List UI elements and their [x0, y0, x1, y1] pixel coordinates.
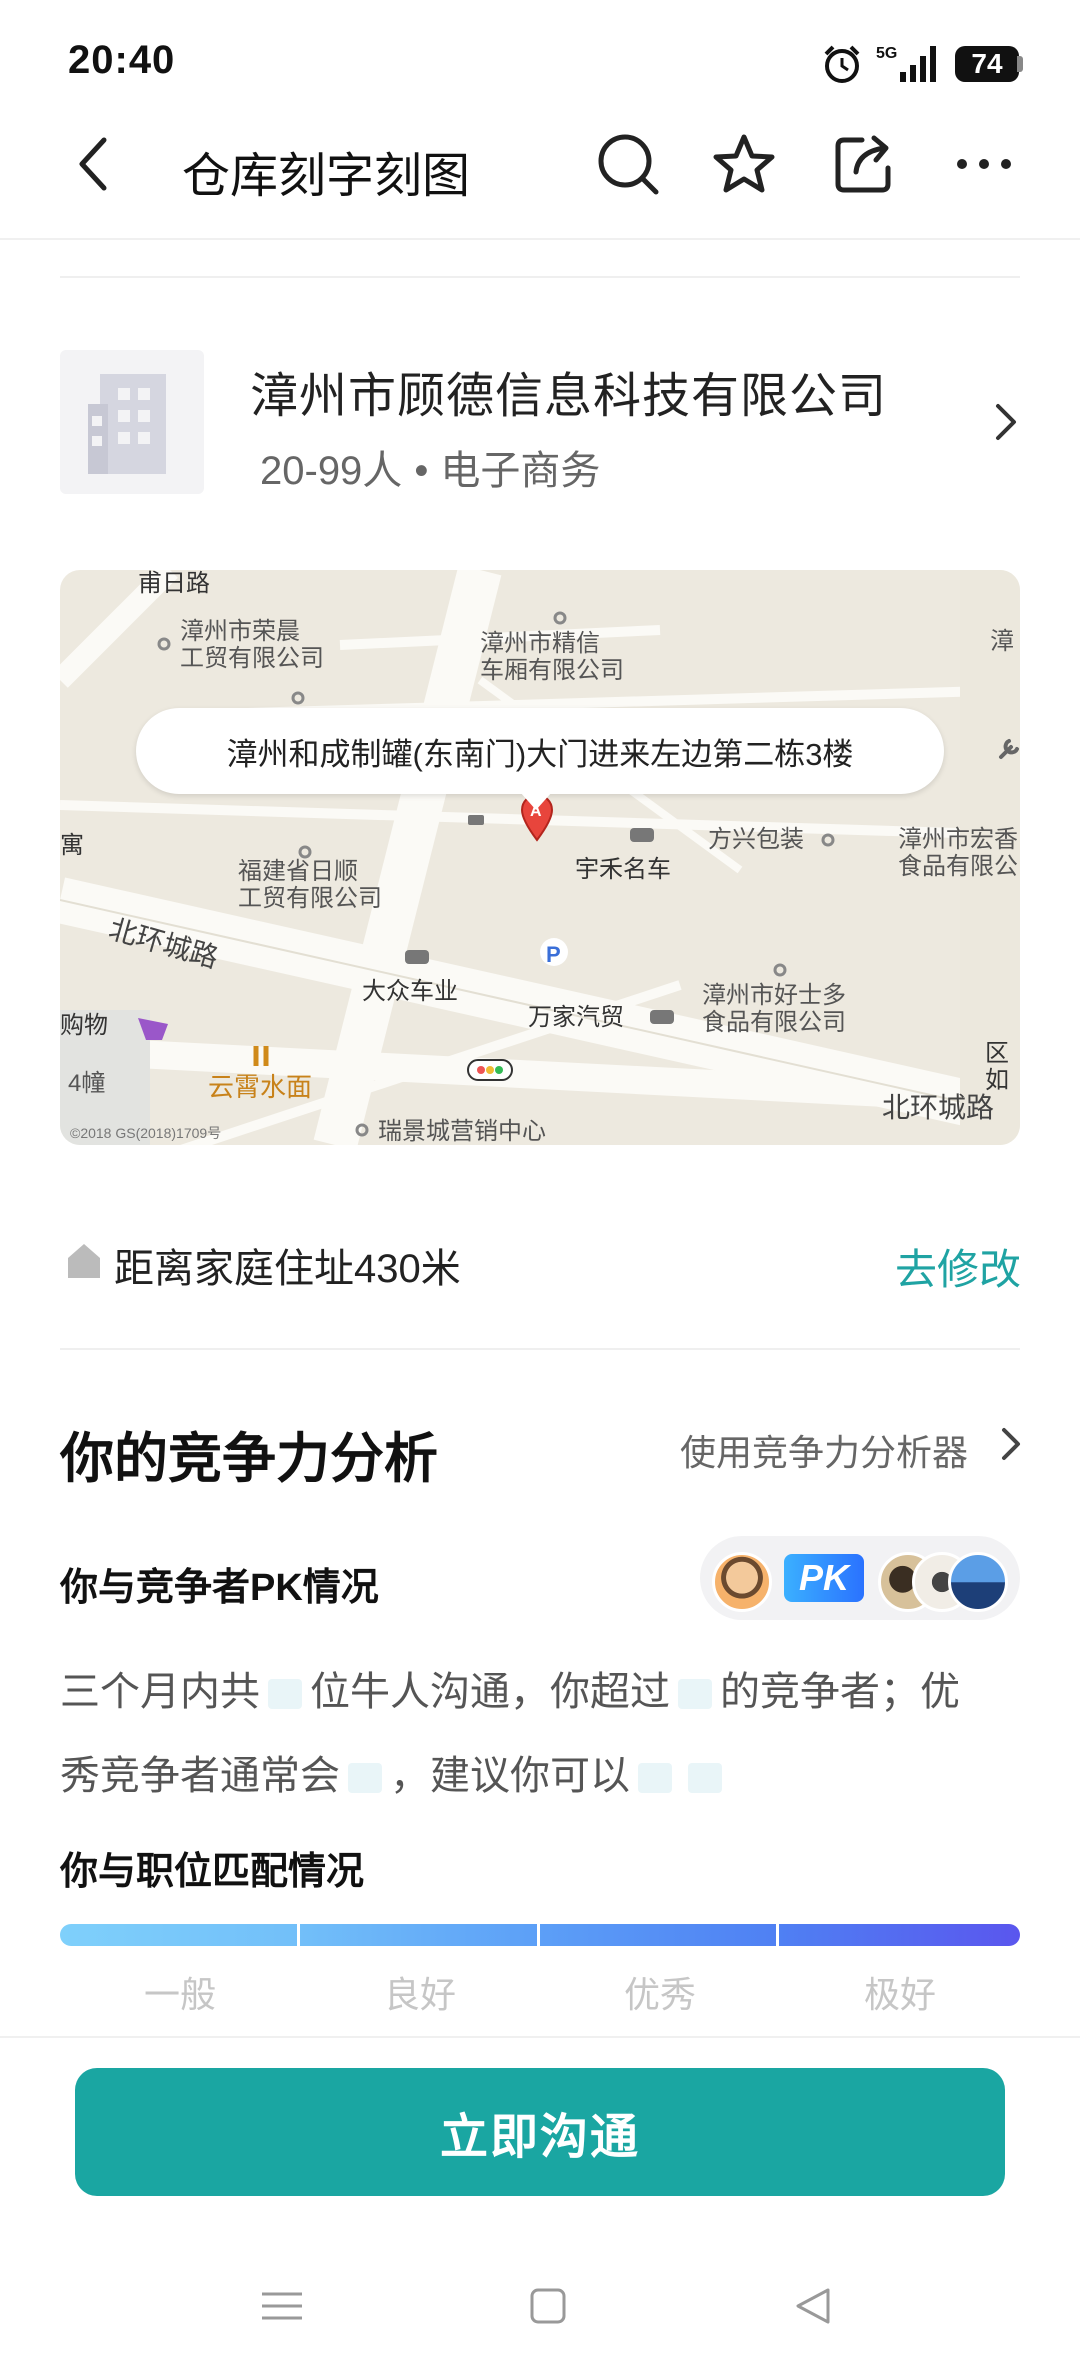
map-poi: 方兴包装: [708, 826, 804, 853]
chat-now-button[interactable]: 立即沟通: [75, 2068, 1005, 2196]
back-button[interactable]: [58, 128, 130, 200]
competition-title: 你的竞争力分析: [60, 1429, 438, 1489]
map-poi: 漳州市好士多 食品有限公司: [702, 982, 846, 1036]
analyzer-link[interactable]: 使用竞争力分析器: [680, 1424, 968, 1476]
bottom-divider: [0, 2036, 1080, 2038]
match-level-label: 良好: [383, 1974, 456, 2015]
match-segment: [539, 1924, 776, 1946]
share-button[interactable]: [828, 128, 900, 200]
match-level-label: 极好: [863, 1974, 936, 2015]
header-divider: [0, 238, 1080, 240]
callout-tail: [520, 792, 552, 810]
map-poi: 购物: [60, 1012, 108, 1039]
desc-text: 三个月内共: [60, 1670, 260, 1714]
masked-value: [348, 1763, 382, 1794]
map-poi: 云霄水面: [208, 1072, 313, 1102]
share-icon: [835, 135, 891, 193]
map-poi: 甫日路: [138, 570, 210, 597]
match-level-label: 优秀: [623, 1974, 696, 2015]
match-title: 你与职位匹配情况: [60, 1851, 365, 1893]
more-button[interactable]: [948, 128, 1020, 200]
pk-badge: PK: [784, 1554, 864, 1602]
address-callout: 漳州和成制罐(东南门)大门进来左边第二栋3楼: [136, 708, 944, 794]
user-avatar: [712, 1552, 772, 1612]
map-poi: 福建省日顺 工贸有限公司: [238, 858, 382, 912]
masked-value: [638, 1763, 672, 1794]
masked-value: [678, 1679, 712, 1710]
match-segment: [778, 1924, 1020, 1946]
network-label: 5G: [876, 45, 897, 62]
separator-dot: •: [414, 449, 429, 493]
battery-indicator: 74: [955, 46, 1019, 82]
more-dots-icon: [957, 159, 1011, 169]
page-title: 仓库刻字刻图: [182, 150, 471, 203]
home-icon: [68, 1244, 100, 1278]
home-nav-icon[interactable]: [518, 2286, 578, 2326]
home-distance: 距离家庭住址430米: [114, 1247, 461, 1291]
masked-value: [268, 1679, 302, 1710]
search-button[interactable]: [592, 128, 664, 200]
location-map[interactable]: P A 漳州市荣晨 工贸有限公司 漳州市精信 车厢有限公司 福建省日顺 工贸有限公司 …: [60, 570, 1020, 1145]
battery-cap: [1017, 56, 1023, 72]
match-segment: [60, 1924, 298, 1946]
road-label: 北环城路: [882, 1092, 995, 1123]
pk-title: 你与竞争者PK情况: [60, 1567, 379, 1609]
status-time: 20:40: [68, 38, 176, 82]
svg-text:P: P: [546, 942, 561, 967]
edit-home-link[interactable]: 去修改: [895, 1236, 1021, 1297]
wrench-icon: [999, 739, 1019, 759]
favorite-button[interactable]: [708, 128, 780, 200]
section-divider: [60, 276, 1020, 278]
match-level-label: 一般: [143, 1974, 216, 2015]
building-icon: [88, 374, 166, 474]
map-poi: 漳: [990, 628, 1014, 655]
match-level-bar: [60, 1924, 1020, 1946]
section-divider: [60, 1348, 1020, 1350]
company-meta: 20-99人 • 电子商务: [260, 438, 600, 496]
menu-icon[interactable]: [252, 2286, 312, 2326]
map-poi: 漳州市精信 车厢有限公司: [480, 630, 624, 684]
signal-5g-icon: 5G: [876, 45, 936, 82]
back-arrow-icon: [79, 137, 107, 191]
desc-text: ，建议你可以: [390, 1754, 630, 1798]
map-copyright: ©2018 GS(2018)1709号: [70, 1125, 222, 1141]
map-poi: 宇禾名车: [575, 856, 671, 883]
competitor-avatar: [948, 1552, 1008, 1612]
company-logo: [60, 350, 204, 494]
map-poi: 4幢: [68, 1070, 106, 1097]
company-industry: 电子商务: [440, 449, 601, 493]
search-icon: [598, 134, 659, 195]
map-poi: 瑞景城营销中心: [378, 1118, 546, 1145]
desc-text: 的竞争者；优: [720, 1670, 960, 1714]
desc-text: 位牛人沟通，你超过: [310, 1670, 670, 1714]
alarm-icon: [824, 45, 860, 83]
desc-text: 秀竞争者通常会: [60, 1754, 340, 1798]
company-size: 20-99人: [260, 449, 403, 493]
back-nav-icon[interactable]: [784, 2286, 844, 2326]
map-poi: 寓: [60, 832, 84, 859]
chevron-right-icon[interactable]: [998, 1424, 1024, 1464]
pk-description: 三个月内共 位牛人沟通，你超过 的竞争者；优秀竞争者通常会 ，建议你可以: [60, 1650, 1020, 1818]
map-poi: 万家汽贸: [528, 1004, 624, 1031]
company-name[interactable]: 漳州市顾德信息科技有限公司: [250, 356, 887, 426]
map-poi: 漳州市宏香 食品有限公: [898, 826, 1018, 880]
map-poi: 漳州市荣晨 工贸有限公司: [180, 618, 324, 672]
match-segment: [300, 1924, 537, 1946]
masked-value: [688, 1763, 722, 1794]
star-icon: [713, 134, 775, 193]
chevron-right-icon[interactable]: [990, 400, 1020, 444]
map-poi: 大众车业: [362, 978, 458, 1005]
